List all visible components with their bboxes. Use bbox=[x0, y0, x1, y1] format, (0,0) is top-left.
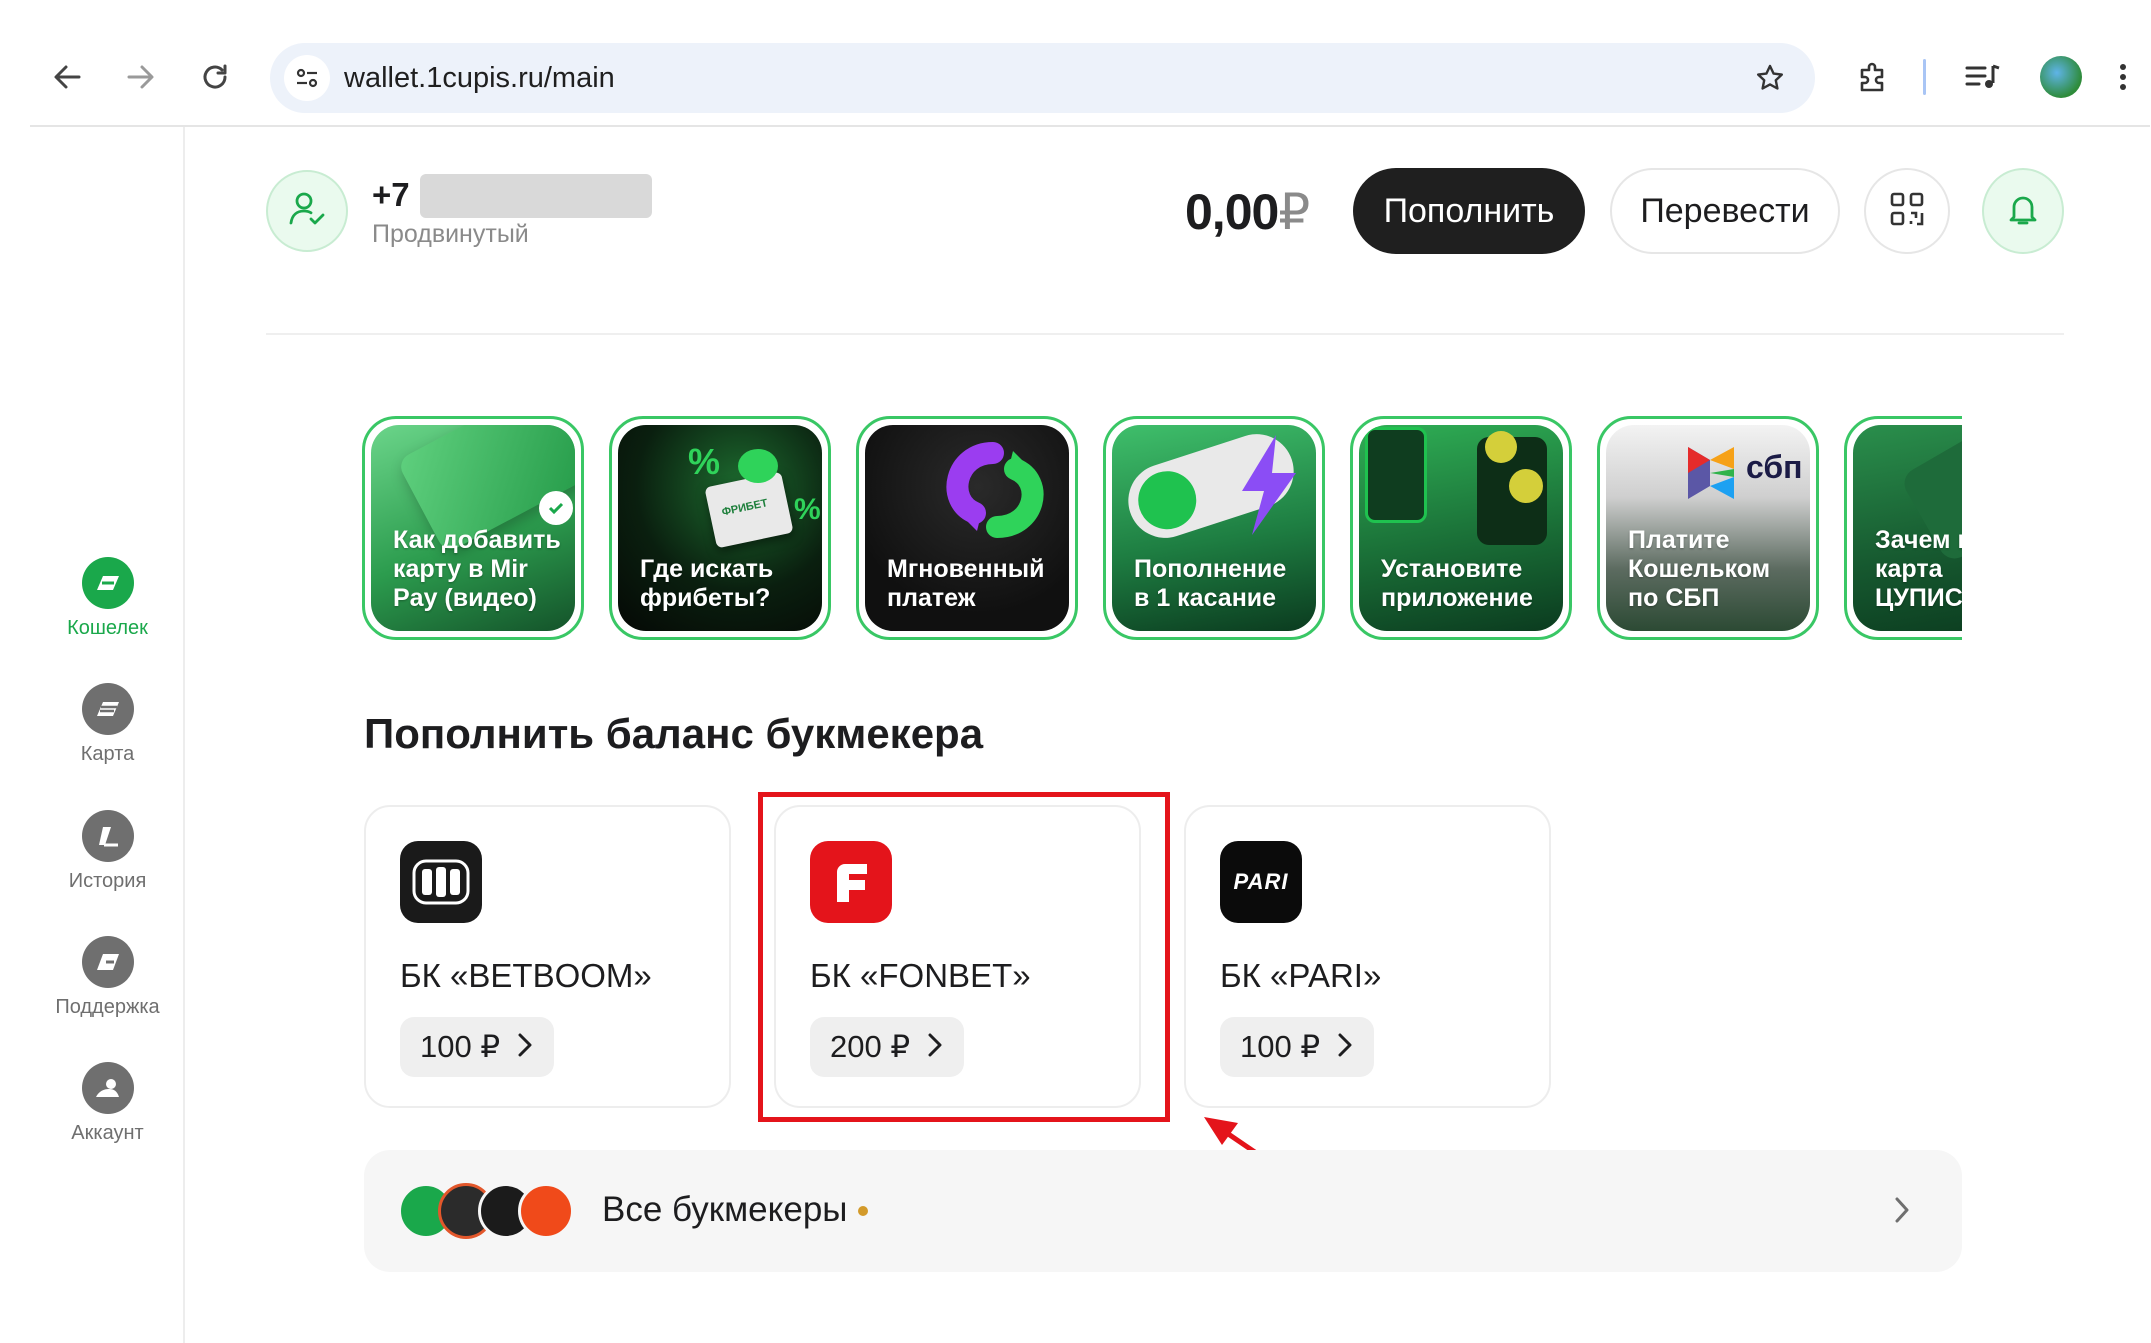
all-bookmakers-label: Все букмекеры bbox=[602, 1190, 848, 1229]
sidebar-item-support[interactable]: Поддержка bbox=[30, 936, 185, 1019]
header-divider bbox=[266, 333, 2064, 335]
story-title: Как добавить карту в Mir Pay (видео) bbox=[393, 526, 561, 612]
chevron-right-icon bbox=[518, 1029, 532, 1065]
sbp-logo-text: сбп bbox=[1746, 449, 1803, 485]
qr-code-icon bbox=[1888, 190, 1926, 233]
phone-faceid-icon bbox=[1365, 427, 1427, 523]
coin-icon bbox=[1485, 431, 1517, 463]
sidebar: Кошелек Карта История Поддержка Аккаунт bbox=[30, 127, 185, 1343]
bookmaker-amount: 100 ₽ bbox=[1240, 1029, 1321, 1064]
bookmaker-card-betboom[interactable]: БК «BETBOOM» 100 ₽ bbox=[364, 805, 731, 1108]
transfer-button[interactable]: Перевести bbox=[1610, 168, 1840, 254]
toolbar-divider bbox=[30, 125, 2150, 127]
phone-number-redacted bbox=[420, 174, 652, 218]
story-card-mirpay[interactable]: Как добавить карту в Mir Pay (видео) bbox=[362, 416, 584, 640]
lightning-icon bbox=[1232, 435, 1302, 540]
site-settings-icon[interactable] bbox=[284, 55, 330, 101]
highlight-box bbox=[758, 792, 1170, 1122]
story-card-install-app[interactable]: Установите приложение bbox=[1350, 416, 1572, 640]
bookmaker-amount: 100 ₽ bbox=[420, 1029, 501, 1064]
notifications-button[interactable] bbox=[1982, 168, 2064, 254]
bookmaker-card-pari[interactable]: PARI БК «PARI» 100 ₽ bbox=[1184, 805, 1551, 1108]
story-title: Пополнение в 1 касание bbox=[1134, 555, 1287, 612]
sbp-logo-icon bbox=[1684, 443, 1740, 508]
reading-list-icon[interactable] bbox=[1958, 52, 2008, 102]
story-title: Зачем в карта ЦУПИС? bbox=[1875, 526, 1962, 612]
new-indicator-dot bbox=[858, 1206, 868, 1216]
chevron-right-icon bbox=[1884, 1192, 1920, 1228]
chevron-right-icon bbox=[1338, 1029, 1352, 1065]
profile-avatar-icon[interactable] bbox=[2036, 52, 2086, 102]
bookmaker-amount-button[interactable]: 100 ₽ bbox=[400, 1017, 555, 1077]
percent-icon: % bbox=[688, 441, 721, 482]
browser-toolbar: wallet.1cupis.ru/main bbox=[0, 0, 2151, 126]
user-verified-icon bbox=[286, 188, 328, 235]
story-title: Установите приложение bbox=[1381, 555, 1533, 612]
wallet-balance: 0,00₽ bbox=[1185, 183, 1310, 241]
bookmaker-logos-stack bbox=[398, 1183, 578, 1239]
story-title: Платите Кошельком по СБП bbox=[1628, 526, 1771, 612]
gift-bow-icon bbox=[738, 449, 778, 483]
story-card-freebets[interactable]: ФРИБЕТ % % Где искать фрибеты? bbox=[609, 416, 831, 640]
check-icon bbox=[539, 491, 573, 525]
balance-amount: 0,00 bbox=[1185, 184, 1279, 240]
bookmark-star-icon[interactable] bbox=[1751, 59, 1789, 97]
account-status: Продвинутый bbox=[372, 220, 529, 248]
sidebar-item-wallet[interactable]: Кошелек bbox=[30, 557, 185, 640]
sidebar-item-label: Поддержка bbox=[55, 996, 160, 1018]
url-text[interactable]: wallet.1cupis.ru/main bbox=[344, 62, 615, 95]
menu-kebab-icon[interactable] bbox=[2108, 52, 2138, 102]
topup-button[interactable]: Пополнить bbox=[1353, 168, 1585, 254]
all-bookmakers-row[interactable]: Все букмекеры bbox=[364, 1150, 1962, 1272]
coin-icon bbox=[1509, 469, 1543, 503]
story-card-why-cupis-card[interactable]: Зачем в карта ЦУПИС? bbox=[1844, 416, 1962, 640]
card-icon bbox=[81, 683, 134, 735]
pari-logo-icon: PARI bbox=[1220, 841, 1302, 923]
sidebar-item-label: Аккаунт bbox=[71, 1122, 144, 1144]
bookmaker-name: БК «BETBOOM» bbox=[400, 957, 652, 994]
pari-logo-text: PARI bbox=[1233, 869, 1289, 894]
sidebar-item-label: История bbox=[68, 870, 147, 892]
percent-icon: % bbox=[794, 493, 821, 526]
stories-carousel: Как добавить карту в Mir Pay (видео) ФРИ… bbox=[362, 416, 1962, 640]
bookmaker-name: БК «PARI» bbox=[1220, 957, 1382, 994]
phone-number: +7 bbox=[372, 176, 410, 213]
forward-arrow-icon[interactable] bbox=[116, 52, 166, 102]
sidebar-item-label: Кошелек bbox=[67, 617, 148, 639]
history-icon bbox=[81, 810, 134, 862]
gift-box-icon: ФРИБЕТ bbox=[704, 471, 794, 549]
story-title: Мгновенный платеж bbox=[887, 555, 1045, 612]
bookmaker-amount-button[interactable]: 100 ₽ bbox=[1220, 1017, 1375, 1077]
balance-currency: ₽ bbox=[1278, 184, 1310, 240]
toolbar-separator bbox=[1922, 52, 1926, 102]
support-icon bbox=[81, 936, 134, 988]
account-icon bbox=[81, 1062, 134, 1114]
freebet-badge: ФРИБЕТ bbox=[720, 497, 769, 519]
arrows-exchange-icon bbox=[935, 441, 1055, 546]
story-card-one-tap-topup[interactable]: Пополнение в 1 касание bbox=[1103, 416, 1325, 640]
extensions-icon[interactable] bbox=[1848, 52, 1898, 102]
bookmaker-logo-icon bbox=[518, 1183, 574, 1239]
wallet-icon bbox=[81, 557, 134, 609]
sidebar-item-label: Карта bbox=[80, 743, 135, 765]
user-avatar[interactable] bbox=[266, 170, 348, 252]
qr-scan-button[interactable] bbox=[1864, 168, 1950, 254]
section-title: Пополнить баланс букмекера bbox=[364, 710, 984, 757]
sidebar-item-account[interactable]: Аккаунт bbox=[30, 1062, 185, 1145]
sidebar-item-card[interactable]: Карта bbox=[30, 683, 185, 766]
back-arrow-icon[interactable] bbox=[42, 52, 92, 102]
reload-icon[interactable] bbox=[190, 52, 240, 102]
story-card-instant-payment[interactable]: Мгновенный платеж bbox=[856, 416, 1078, 640]
sidebar-item-history[interactable]: История bbox=[30, 810, 185, 893]
betboom-logo-icon bbox=[400, 841, 482, 923]
bell-icon bbox=[2005, 191, 2041, 232]
story-title: Где искать фрибеты? bbox=[640, 555, 774, 612]
story-card-sbp[interactable]: сбп Платите Кошельком по СБП bbox=[1597, 416, 1819, 640]
address-bar[interactable]: wallet.1cupis.ru/main bbox=[270, 43, 1815, 113]
